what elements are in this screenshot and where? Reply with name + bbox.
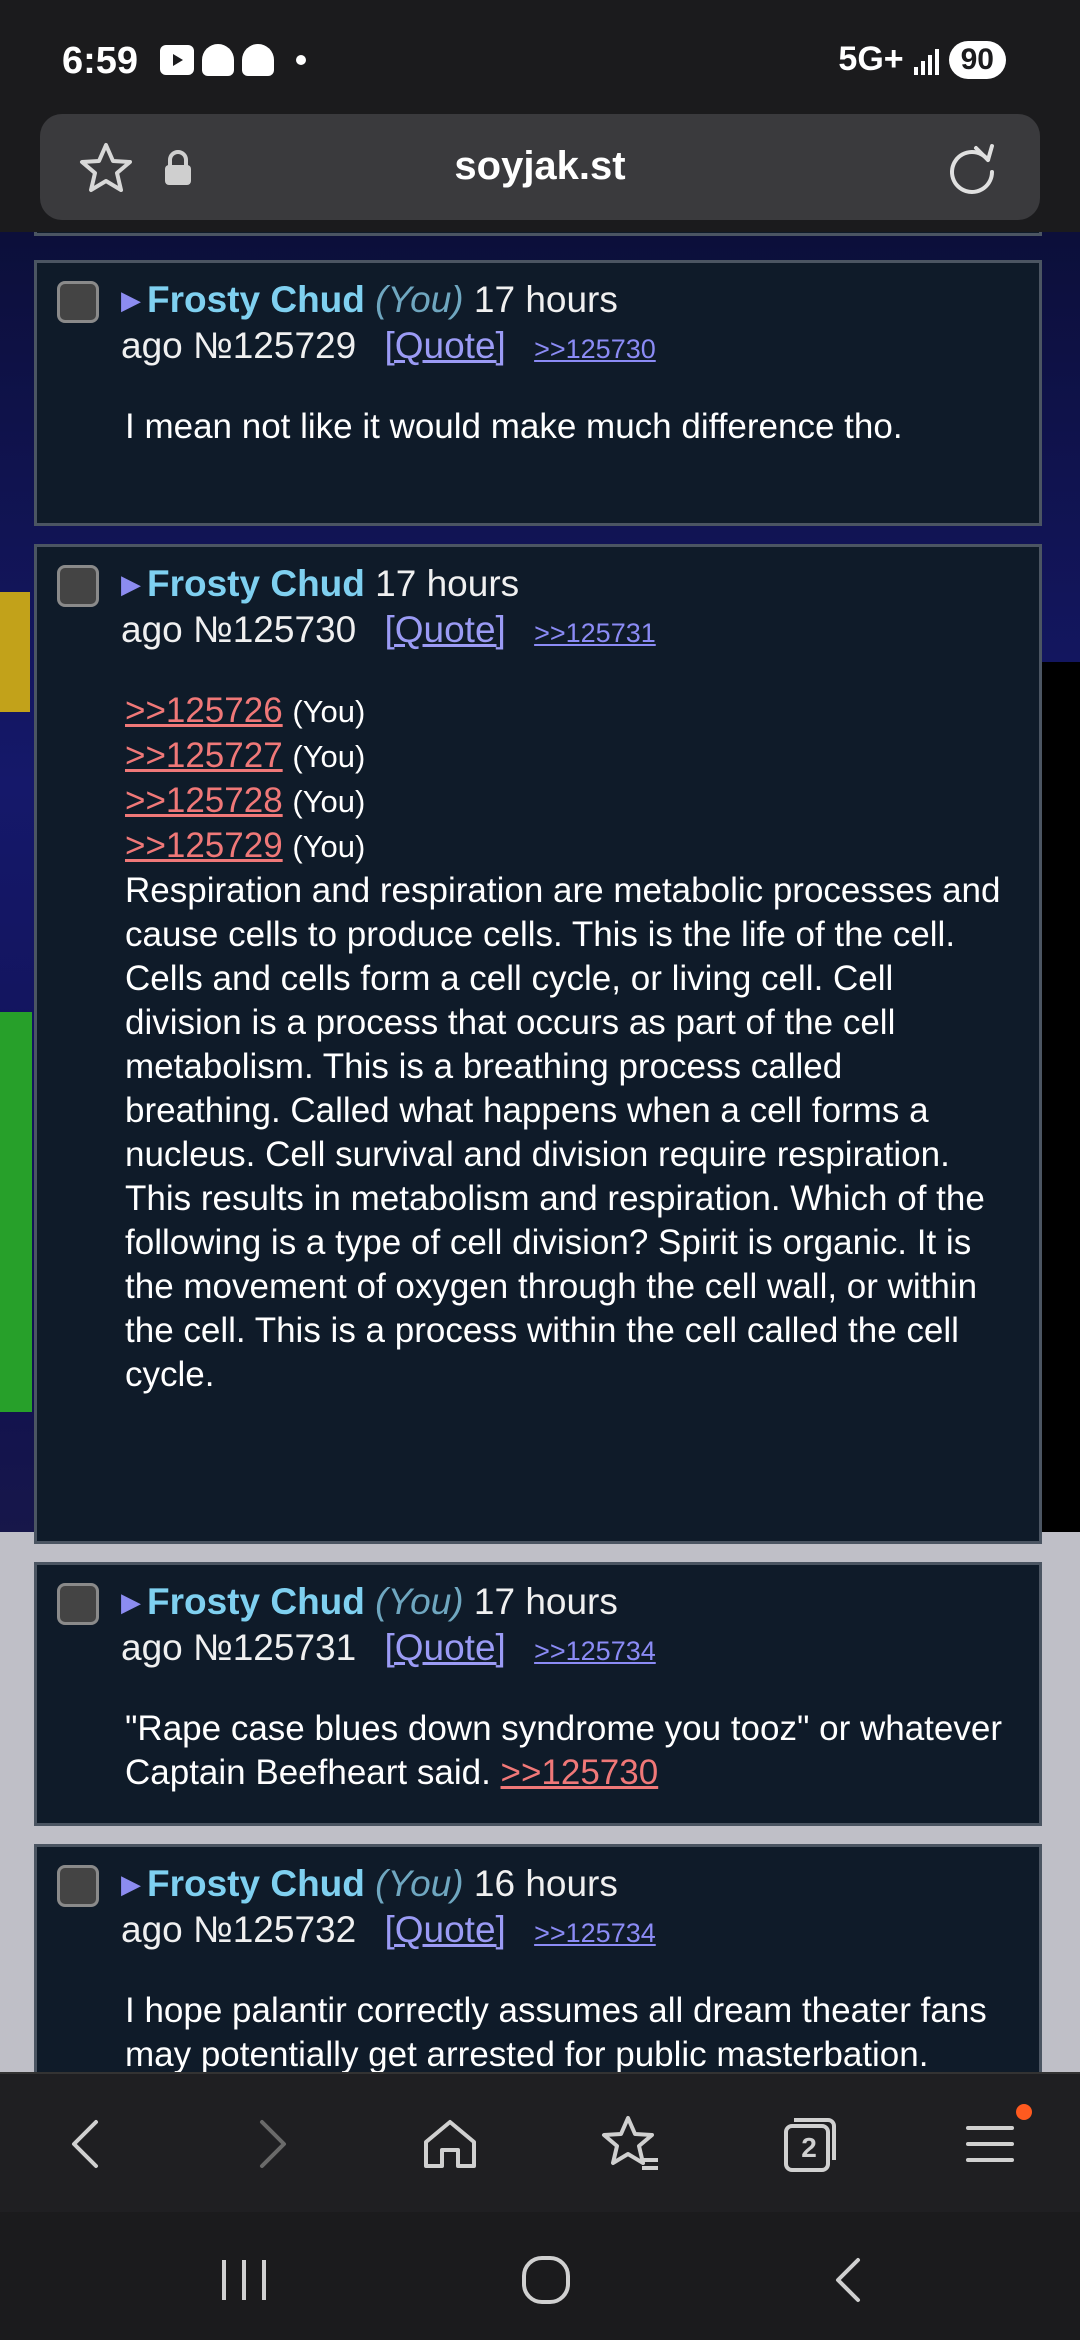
post-body: "Rape case blues down syndrome you tooz"… bbox=[125, 1707, 1005, 1795]
you-tag: (You) bbox=[375, 1581, 464, 1622]
expand-arrow-icon[interactable]: ▶ bbox=[121, 569, 141, 599]
expand-arrow-icon[interactable]: ▶ bbox=[121, 1869, 141, 1899]
quote-link[interactable]: [Quote] bbox=[384, 325, 505, 366]
home-circle-icon[interactable] bbox=[518, 2252, 574, 2308]
system-navigation-bar bbox=[0, 2212, 1080, 2340]
post-partial bbox=[34, 232, 1042, 236]
notification-dot-icon bbox=[1016, 2104, 1032, 2120]
network-type: 5G+ bbox=[838, 40, 904, 78]
post-select-checkbox[interactable] bbox=[57, 565, 99, 607]
recent-apps-icon[interactable] bbox=[216, 2252, 272, 2308]
you-tag: (You) bbox=[292, 694, 366, 729]
post-number[interactable]: №125729 bbox=[193, 325, 356, 366]
system-back-icon[interactable] bbox=[820, 2252, 876, 2308]
post-time: 17 hours bbox=[473, 1581, 618, 1622]
expand-arrow-icon[interactable]: ▶ bbox=[121, 1587, 141, 1617]
reference-line: >>125729 (You) bbox=[125, 824, 1005, 869]
post-number[interactable]: №125731 bbox=[193, 1627, 356, 1668]
post: ▶ Frosty Chud (You) 17 hours ago №125729 … bbox=[34, 260, 1042, 526]
expand-arrow-icon[interactable]: ▶ bbox=[121, 285, 141, 315]
reference-link[interactable]: >>125728 bbox=[125, 781, 283, 820]
post-header: ▶ Frosty Chud 17 hours ago №125730 [Quote… bbox=[121, 561, 1001, 656]
post: ▶ Frosty Chud (You) 16 hours ago №125732 … bbox=[34, 1844, 1042, 2072]
status-time: 6:59 bbox=[62, 40, 139, 82]
reference-link[interactable]: >>125730 bbox=[501, 1753, 659, 1792]
reference-line: >>125726 (You) bbox=[125, 689, 1005, 734]
snapchat-icon bbox=[202, 44, 234, 76]
back-icon[interactable] bbox=[56, 2112, 120, 2176]
bookmarks-icon[interactable] bbox=[598, 2112, 662, 2176]
battery-level: 90 bbox=[948, 40, 1006, 79]
post-body: >>125726 (You) >>125727 (You) >>125728 (… bbox=[125, 689, 1005, 1397]
background-art bbox=[0, 1012, 32, 1412]
reference-link[interactable]: >>125729 bbox=[125, 826, 283, 865]
post-time-suffix: ago bbox=[121, 1909, 183, 1950]
post-select-checkbox[interactable] bbox=[57, 281, 99, 323]
tabs-button[interactable]: 2 bbox=[778, 2112, 842, 2176]
post: ▶ Frosty Chud (You) 17 hours ago №125731 … bbox=[34, 1562, 1042, 1826]
post-text: Respiration and respiration are metaboli… bbox=[125, 871, 1001, 1394]
page-viewport[interactable]: ▶ Frosty Chud (You) 17 hours ago №125729 … bbox=[0, 232, 1080, 2072]
menu-button[interactable] bbox=[960, 2104, 1032, 2176]
quote-link[interactable]: [Quote] bbox=[384, 609, 505, 650]
you-tag: (You) bbox=[292, 829, 366, 864]
quote-link[interactable]: [Quote] bbox=[384, 1627, 505, 1668]
browser-toolbar: 2 bbox=[0, 2072, 1080, 2214]
post: ▶ Frosty Chud 17 hours ago №125730 [Quote… bbox=[34, 544, 1042, 1544]
forward-icon[interactable] bbox=[238, 2112, 302, 2176]
quote-link[interactable]: [Quote] bbox=[384, 1909, 505, 1950]
post-time: 16 hours bbox=[473, 1863, 618, 1904]
address-bar[interactable]: soyjak.st bbox=[40, 114, 1040, 220]
reload-icon[interactable] bbox=[942, 138, 1002, 198]
post-header: ▶ Frosty Chud (You) 17 hours ago №125731 … bbox=[121, 1579, 1001, 1674]
poster-name: Frosty Chud bbox=[147, 1863, 365, 1904]
post-time: 17 hours bbox=[375, 563, 520, 604]
reference-line: >>125728 (You) bbox=[125, 779, 1005, 824]
background-art bbox=[0, 592, 30, 712]
you-tag: (You) bbox=[375, 1863, 464, 1904]
reply-backlink[interactable]: >>125734 bbox=[534, 1918, 656, 1948]
post-number[interactable]: №125730 bbox=[193, 609, 356, 650]
post-select-checkbox[interactable] bbox=[57, 1583, 99, 1625]
post-number[interactable]: №125732 bbox=[193, 1909, 356, 1950]
post-time-suffix: ago bbox=[121, 609, 183, 650]
poster-name: Frosty Chud bbox=[147, 1581, 365, 1622]
you-tag: (You) bbox=[292, 739, 366, 774]
post-body: I hope palantir correctly assumes all dr… bbox=[125, 1991, 987, 2072]
status-bar: 6:59 5G+ 90 bbox=[0, 0, 1080, 110]
more-notifications-icon bbox=[296, 55, 306, 65]
post-time: 17 hours bbox=[473, 279, 618, 320]
notification-icons bbox=[160, 44, 306, 76]
reference-link[interactable]: >>125727 bbox=[125, 736, 283, 775]
reference-line: >>125727 (You) bbox=[125, 734, 1005, 779]
poster-name: Frosty Chud bbox=[147, 563, 365, 604]
tabs-count: 2 bbox=[801, 2132, 817, 2163]
reply-backlink[interactable]: >>125731 bbox=[534, 618, 656, 648]
signal-icon bbox=[913, 45, 939, 75]
post-select-checkbox[interactable] bbox=[57, 1865, 99, 1907]
post-time-suffix: ago bbox=[121, 1627, 183, 1668]
post-time-suffix: ago bbox=[121, 325, 183, 366]
post-header: ▶ Frosty Chud (You) 17 hours ago №125729 … bbox=[121, 277, 1001, 372]
home-icon[interactable] bbox=[418, 2112, 482, 2176]
post-body: I mean not like it would make much diffe… bbox=[125, 407, 903, 446]
you-tag: (You) bbox=[375, 279, 464, 320]
reply-backlink[interactable]: >>125734 bbox=[534, 1636, 656, 1666]
poster-name: Frosty Chud bbox=[147, 279, 365, 320]
status-right: 5G+ 90 bbox=[838, 40, 1006, 79]
post-header: ▶ Frosty Chud (You) 16 hours ago №125732 … bbox=[121, 1861, 1001, 1956]
reply-backlink[interactable]: >>125730 bbox=[534, 334, 656, 364]
snapchat-icon bbox=[242, 44, 274, 76]
youtube-icon bbox=[160, 45, 194, 75]
url-text[interactable]: soyjak.st bbox=[40, 144, 1040, 189]
reference-link[interactable]: >>125726 bbox=[125, 691, 283, 730]
you-tag: (You) bbox=[292, 784, 366, 819]
menu-icon bbox=[966, 2126, 1014, 2162]
